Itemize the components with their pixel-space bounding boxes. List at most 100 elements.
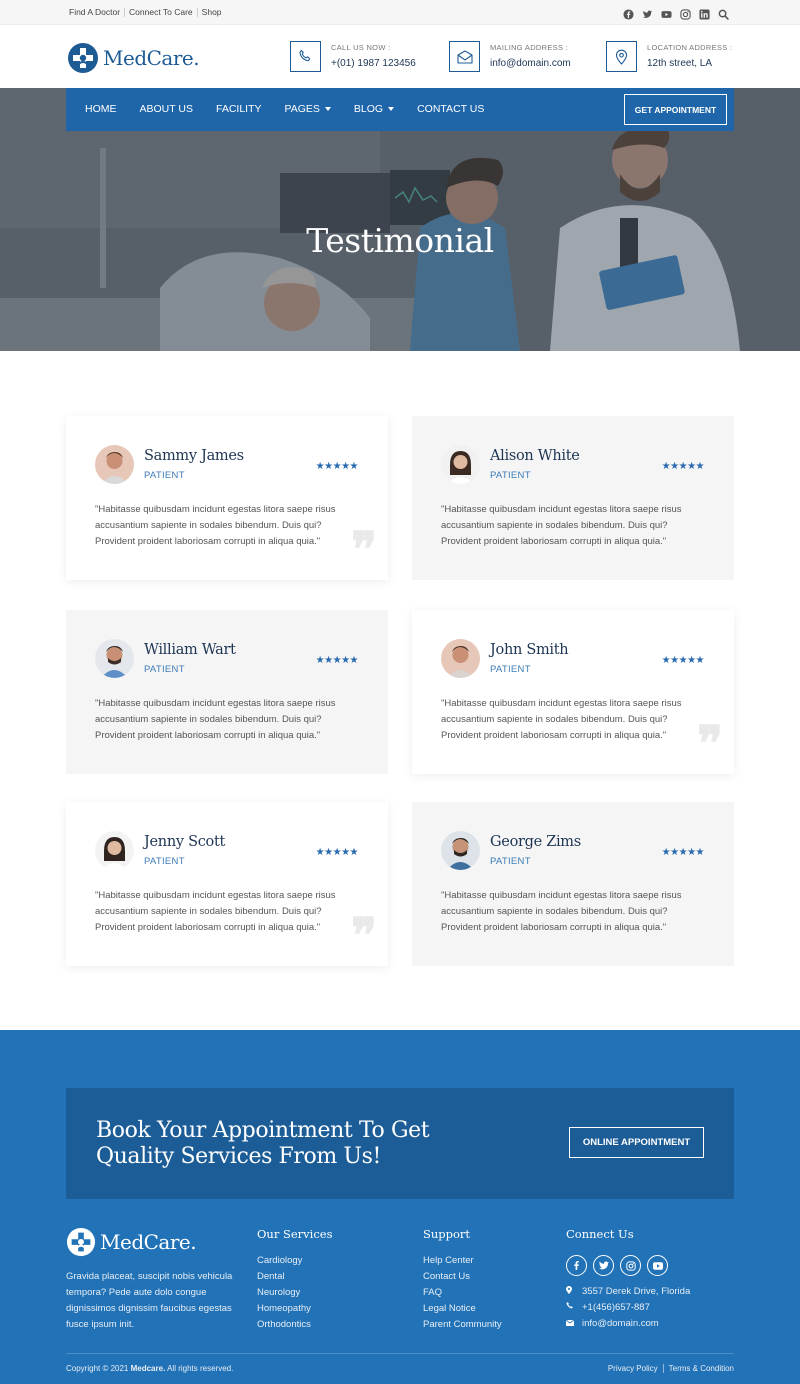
chevron-down-icon — [324, 107, 331, 111]
map-pin-icon — [606, 41, 637, 72]
site-header: MedCare. CALL US NOW : +(01) 1987 123456… — [0, 25, 800, 88]
testimonial-quote: "Habitasse quibusdam incidunt egestas li… — [441, 890, 682, 933]
chevron-down-icon — [388, 107, 395, 111]
copyright-text: Copyright © 2021 Medcare. All rights res… — [66, 1364, 233, 1373]
instagram-icon[interactable] — [620, 1255, 641, 1276]
facebook-icon[interactable] — [566, 1255, 587, 1276]
service-link-cardiology[interactable]: Cardiology — [257, 1255, 333, 1267]
divider — [124, 7, 126, 17]
footer-phone-text[interactable]: +1(456)657-887 — [582, 1302, 650, 1313]
mail-info: MAILING ADDRESS : info@domain.com — [449, 41, 571, 72]
terms-condition-link[interactable]: Terms & Condition — [669, 1364, 734, 1373]
location-address: 12th street, LA — [647, 58, 713, 69]
cta-heading-line1: Book Your Appointment To Get — [96, 1118, 430, 1143]
footer-divider — [66, 1353, 734, 1354]
nav-pages[interactable]: PAGES — [285, 103, 331, 115]
phone-icon — [566, 1302, 582, 1313]
find-doctor-link[interactable]: Find A Doctor — [69, 7, 120, 17]
get-appointment-button[interactable]: GET APPOINTMENT — [624, 94, 727, 125]
call-label: CALL US NOW : — [331, 43, 391, 52]
testimonial-quote: "Habitasse quibusdam incidunt egestas li… — [441, 504, 682, 547]
star-rating: ★★★★★ — [315, 461, 359, 472]
support-link-faq[interactable]: FAQ — [423, 1287, 502, 1299]
search-icon[interactable] — [718, 7, 729, 20]
twitter-icon[interactable] — [593, 1255, 614, 1276]
facebook-icon[interactable] — [623, 7, 634, 20]
phone-number[interactable]: +(01) 1987 123456 — [331, 58, 416, 69]
star-rating: ★★★★★ — [661, 655, 705, 666]
service-link-homeopathy[interactable]: Homeopathy — [257, 1303, 333, 1315]
brand-logo[interactable]: MedCare. — [67, 42, 200, 74]
footer-about-text: Gravida placeat, suscipit nobis vehicula… — [66, 1271, 233, 1330]
star-rating: ★★★★★ — [661, 847, 705, 858]
divider — [662, 1364, 664, 1373]
nav-pages-label: PAGES — [284, 103, 320, 115]
medcare-logo-icon — [66, 1227, 96, 1257]
top-social-icons — [623, 7, 729, 20]
copyright-brand: Medcare. — [130, 1364, 166, 1373]
copyright-suffix: All rights reserved. — [165, 1364, 234, 1373]
site-footer: Book Your Appointment To Get Quality Ser… — [0, 1030, 800, 1384]
connect-heading: Connect Us — [566, 1227, 634, 1241]
privacy-policy-link[interactable]: Privacy Policy — [608, 1364, 658, 1373]
instagram-icon[interactable] — [680, 7, 691, 20]
services-heading: Our Services — [257, 1227, 333, 1241]
connect-care-link[interactable]: Connect To Care — [129, 7, 193, 17]
footer-services-column: Our Services Cardiology Dental Neurology… — [257, 1227, 333, 1335]
phone-icon — [290, 41, 321, 72]
nav-contact-us[interactable]: CONTACT US — [417, 103, 484, 115]
footer-email-text[interactable]: info@domain.com — [582, 1318, 659, 1329]
testimonial-quote: "Habitasse quibusdam incidunt egestas li… — [95, 504, 336, 547]
footer-support-column: Support Help Center Contact Us FAQ Legal… — [423, 1227, 502, 1335]
youtube-icon[interactable] — [661, 7, 672, 18]
shop-link[interactable]: Shop — [202, 7, 222, 17]
youtube-icon[interactable] — [647, 1255, 668, 1276]
support-link-legal-notice[interactable]: Legal Notice — [423, 1303, 502, 1315]
linkedin-icon[interactable] — [699, 7, 710, 20]
cta-heading-line2: Quality Services From Us! — [96, 1144, 381, 1169]
main-navigation: HOME ABOUT US FACILITY PAGES BLOG CONTAC… — [66, 88, 734, 131]
support-link-parent-community[interactable]: Parent Community — [423, 1319, 502, 1331]
avatar — [95, 445, 134, 484]
reviewer-name: George Zims — [490, 834, 581, 850]
footer-email: info@domain.com — [565, 1318, 690, 1329]
legal-links: Privacy Policy Terms & Condition — [608, 1364, 734, 1373]
service-link-neurology[interactable]: Neurology — [257, 1287, 333, 1299]
nav-facility[interactable]: FACILITY — [216, 103, 262, 115]
footer-address-text: 3557 Derek Drive, Florida — [582, 1286, 691, 1297]
twitter-icon[interactable] — [642, 7, 653, 18]
quote-mark-icon: ❞ — [697, 716, 723, 772]
star-rating: ★★★★★ — [661, 461, 705, 472]
reviewer-name: John Smith — [490, 642, 569, 658]
divider — [196, 7, 198, 17]
reviewer-name: Jenny Scott — [144, 834, 226, 850]
quote-mark-icon: ❞ — [351, 908, 377, 964]
online-appointment-button[interactable]: ONLINE APPOINTMENT — [569, 1127, 704, 1158]
service-link-orthodontics[interactable]: Orthodontics — [257, 1319, 333, 1331]
medcare-logo-icon — [68, 43, 98, 73]
testimonial-quote: "Habitasse quibusdam incidunt egestas li… — [441, 698, 682, 741]
testimonial-card: John Smith PATIENT ★★★★★ "Habitasse quib… — [412, 610, 734, 774]
support-link-contact-us[interactable]: Contact Us — [423, 1271, 502, 1283]
reviewer-role: PATIENT — [490, 856, 531, 867]
footer-address: 3557 Derek Drive, Florida — [566, 1286, 690, 1297]
avatar — [441, 445, 480, 484]
copyright-prefix: Copyright © 2021 — [66, 1364, 131, 1373]
page-title: Testimonial — [306, 221, 494, 260]
footer-connect-column: Connect Us 3557 Derek Drive, Florida +1(… — [565, 1227, 690, 1334]
appointment-cta-banner: Book Your Appointment To Get Quality Ser… — [66, 1088, 734, 1199]
cta-heading: Book Your Appointment To Get Quality Ser… — [96, 1118, 430, 1170]
service-link-dental[interactable]: Dental — [257, 1271, 333, 1283]
footer-logo[interactable]: MedCare. — [66, 1227, 197, 1257]
nav-about-us[interactable]: ABOUT US — [140, 103, 193, 115]
testimonial-card: Jenny Scott PATIENT ★★★★★ "Habitasse qui… — [66, 802, 388, 966]
email-address[interactable]: info@domain.com — [490, 58, 571, 69]
support-link-help-center[interactable]: Help Center — [423, 1255, 502, 1267]
envelope-icon — [449, 41, 480, 72]
nav-home[interactable]: HOME — [85, 103, 117, 115]
nav-blog[interactable]: BLOG — [354, 103, 395, 115]
reviewer-role: PATIENT — [490, 664, 531, 675]
star-rating: ★★★★★ — [315, 847, 359, 858]
envelope-icon — [565, 1318, 582, 1329]
footer-brand-name: MedCare. — [100, 1230, 197, 1254]
